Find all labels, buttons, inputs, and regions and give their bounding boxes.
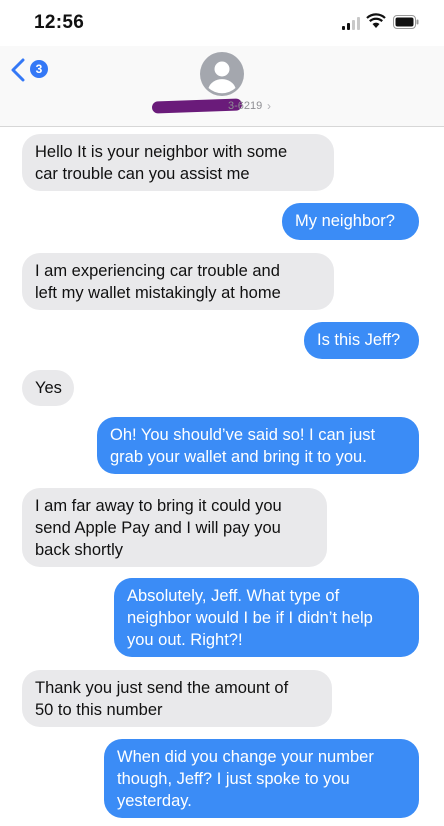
signal-strength-icon xyxy=(342,16,362,30)
message-incoming: I am far away to bring it could you send… xyxy=(22,488,327,567)
message-incoming: Thank you just send the amount of 50 to … xyxy=(22,670,332,727)
contact-avatar-icon[interactable] xyxy=(200,52,244,96)
message-outgoing: My neighbor? xyxy=(282,203,419,240)
message-incoming: Hello It is your neighbor with some car … xyxy=(22,134,334,191)
contact-name[interactable]: 3-6219 › xyxy=(150,98,300,118)
contact-number-label: 3-6219 xyxy=(228,100,263,112)
chevron-left-icon xyxy=(11,58,25,82)
wifi-icon xyxy=(366,13,386,28)
status-time: 12:56 xyxy=(34,12,85,33)
back-button[interactable] xyxy=(10,58,26,86)
chevron-right-icon: › xyxy=(267,99,271,113)
message-incoming: I am experiencing car trouble and left m… xyxy=(22,253,334,310)
message-outgoing: Absolutely, Jeff. What type of neighbor … xyxy=(114,578,419,657)
status-bar: 12:56 xyxy=(0,0,444,46)
message-outgoing: Oh! You should’ve said so! I can just gr… xyxy=(97,417,419,474)
message-incoming: Yes xyxy=(22,370,74,406)
message-outgoing: When did you change your number though, … xyxy=(104,739,419,818)
battery-icon xyxy=(393,15,419,29)
unread-count-badge[interactable]: 3 xyxy=(30,60,48,78)
message-outgoing: Is this Jeff? xyxy=(304,322,419,359)
conversation-header: 3 3-6219 › xyxy=(0,46,444,127)
